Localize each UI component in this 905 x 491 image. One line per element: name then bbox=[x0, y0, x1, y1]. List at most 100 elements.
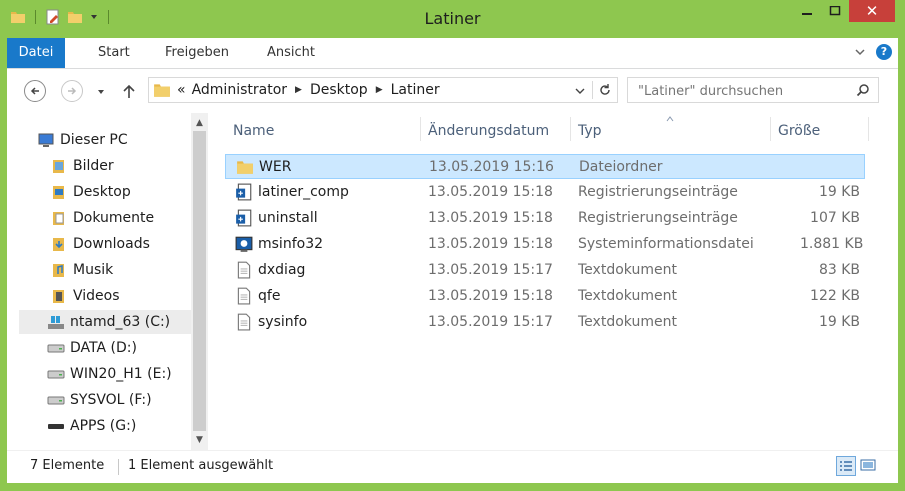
file-date: 13.05.2019 15:18 bbox=[428, 210, 553, 226]
pictures-folder-icon bbox=[50, 158, 68, 174]
ribbon: Datei Start Freigeben Ansicht ? bbox=[7, 38, 898, 69]
tab-start[interactable]: Start bbox=[98, 38, 130, 68]
file-row-wer[interactable]: WER 13.05.2019 15:16 Dateiordner bbox=[225, 154, 865, 179]
folder-icon bbox=[154, 84, 170, 97]
registry-file-icon bbox=[236, 209, 252, 227]
column-divider[interactable] bbox=[770, 117, 771, 141]
breadcrumb-administrator[interactable]: Administrator bbox=[192, 82, 287, 98]
text-file-icon bbox=[237, 313, 251, 331]
tab-freigeben[interactable]: Freigeben bbox=[165, 38, 229, 68]
details-view-icon bbox=[840, 461, 852, 471]
status-bar: 7 Elemente 1 Element ausgewählt bbox=[7, 450, 898, 483]
large-icons-view-icon bbox=[860, 459, 876, 471]
help-button[interactable]: ? bbox=[876, 44, 892, 60]
nav-pane-scrollbar[interactable]: ▲ ▼ bbox=[191, 113, 208, 450]
column-header-size[interactable]: Größe bbox=[778, 122, 820, 140]
search-icon[interactable] bbox=[856, 83, 870, 97]
status-divider bbox=[118, 459, 119, 475]
file-size: 107 KB bbox=[810, 210, 860, 226]
file-name: dxdiag bbox=[258, 262, 306, 278]
file-row-msinfo32[interactable]: msinfo32 13.05.2019 15:18 Systeminformat… bbox=[225, 232, 865, 257]
forward-arrow-icon bbox=[68, 87, 77, 95]
search-box[interactable] bbox=[627, 77, 879, 103]
file-row-latiner-comp[interactable]: latiner_comp 13.05.2019 15:18 Registrier… bbox=[225, 180, 865, 205]
navigation-pane: Dieser PC Bilder Desktop Dokumente Downl… bbox=[7, 113, 208, 450]
breadcrumb-arrow-icon[interactable]: ▶ bbox=[295, 85, 302, 95]
maximize-icon bbox=[829, 6, 841, 16]
tree-item-ntamd-63[interactable]: ntamd_63 (C:) bbox=[19, 310, 191, 334]
breadcrumb-arrow-icon[interactable]: ▶ bbox=[376, 85, 383, 95]
column-header-date[interactable]: Änderungsdatum bbox=[428, 122, 549, 140]
scrollbar-thumb[interactable] bbox=[193, 131, 206, 431]
file-type: Textdokument bbox=[578, 288, 677, 304]
refresh-icon[interactable] bbox=[598, 83, 612, 97]
file-date: 13.05.2019 15:18 bbox=[428, 236, 553, 252]
address-dropdown-icon[interactable] bbox=[575, 86, 585, 96]
breadcrumb-latiner[interactable]: Latiner bbox=[391, 82, 440, 98]
scroll-up-icon[interactable]: ▲ bbox=[191, 115, 208, 131]
address-bar[interactable]: « Administrator ▶ Desktop ▶ Latiner bbox=[148, 77, 618, 103]
file-type: Registrierungseinträge bbox=[578, 210, 738, 226]
tab-ansicht[interactable]: Ansicht bbox=[267, 38, 315, 68]
up-arrow-icon[interactable] bbox=[122, 83, 136, 99]
tree-item-label: Bilder bbox=[73, 158, 114, 174]
column-divider[interactable] bbox=[420, 117, 421, 141]
title-bar: Latiner ✕ bbox=[0, 0, 905, 38]
music-folder-icon bbox=[50, 262, 68, 278]
downloads-folder-icon bbox=[50, 236, 68, 252]
tree-item-label: Dieser PC bbox=[60, 132, 128, 148]
explorer-window: Latiner ✕ Datei Start Freigeben Ansicht … bbox=[0, 0, 905, 491]
breadcrumb-overflow[interactable]: « bbox=[177, 82, 186, 98]
drive-icon bbox=[47, 392, 65, 408]
drive-icon bbox=[47, 418, 65, 434]
column-divider[interactable] bbox=[868, 117, 869, 141]
file-date: 13.05.2019 15:17 bbox=[428, 314, 553, 330]
file-size: 1.881 KB bbox=[800, 236, 864, 252]
recent-locations-icon[interactable] bbox=[96, 87, 106, 97]
scroll-down-icon[interactable]: ▼ bbox=[191, 432, 208, 448]
file-list: Name Änderungsdatum Typ Größe WER 13.05.… bbox=[208, 113, 898, 450]
tree-item-label: ntamd_63 (C:) bbox=[70, 314, 171, 330]
sysinfo-file-icon bbox=[235, 236, 253, 252]
minimize-button[interactable] bbox=[793, 0, 821, 22]
forward-button[interactable] bbox=[61, 80, 83, 102]
file-size: 19 KB bbox=[818, 314, 860, 330]
file-date: 13.05.2019 15:18 bbox=[428, 184, 553, 200]
file-name: uninstall bbox=[258, 210, 318, 226]
breadcrumb-desktop[interactable]: Desktop bbox=[310, 82, 368, 98]
videos-folder-icon bbox=[50, 288, 68, 304]
file-row-qfe[interactable]: qfe 13.05.2019 15:18 Textdokument 122 KB bbox=[225, 284, 865, 309]
file-row-dxdiag[interactable]: dxdiag 13.05.2019 15:17 Textdokument 83 … bbox=[225, 258, 865, 283]
folder-icon bbox=[237, 161, 253, 174]
drive-icon bbox=[47, 340, 65, 356]
file-type: Dateiordner bbox=[579, 159, 663, 175]
tree-item-dieser-pc[interactable]: Dieser PC bbox=[37, 128, 217, 152]
back-button[interactable] bbox=[24, 80, 46, 102]
tab-datei[interactable]: Datei bbox=[7, 38, 65, 68]
drive-icon bbox=[47, 366, 65, 382]
text-file-icon bbox=[237, 287, 251, 305]
close-button[interactable]: ✕ bbox=[849, 0, 895, 22]
minimize-icon bbox=[802, 13, 812, 15]
search-input[interactable] bbox=[636, 81, 850, 101]
file-row-sysinfo[interactable]: sysinfo 13.05.2019 15:17 Textdokument 19… bbox=[225, 310, 865, 335]
details-view-button[interactable] bbox=[836, 456, 856, 476]
file-date: 13.05.2019 15:16 bbox=[429, 159, 554, 175]
file-name: qfe bbox=[258, 288, 281, 304]
column-divider[interactable] bbox=[570, 117, 571, 141]
system-drive-icon bbox=[47, 314, 65, 330]
tree-item-label: DATA (D:) bbox=[70, 340, 137, 356]
tree-item-label: WIN20_H1 (E:) bbox=[70, 366, 172, 382]
tree-item-label: Musik bbox=[73, 262, 114, 278]
column-header-type[interactable]: Typ bbox=[578, 122, 602, 140]
tree-item-label: SYSVOL (F:) bbox=[70, 392, 152, 408]
file-type: Systeminformationsdatei bbox=[578, 236, 754, 252]
column-header-name[interactable]: Name bbox=[233, 122, 274, 140]
file-row-uninstall[interactable]: uninstall 13.05.2019 15:18 Registrierung… bbox=[225, 206, 865, 231]
window-title: Latiner bbox=[424, 9, 481, 28]
window-controls: ✕ bbox=[793, 0, 895, 22]
maximize-button[interactable] bbox=[821, 0, 849, 22]
tree-item-label: Videos bbox=[73, 288, 120, 304]
large-icons-view-button[interactable] bbox=[859, 456, 879, 476]
expand-ribbon-icon[interactable] bbox=[854, 46, 866, 58]
